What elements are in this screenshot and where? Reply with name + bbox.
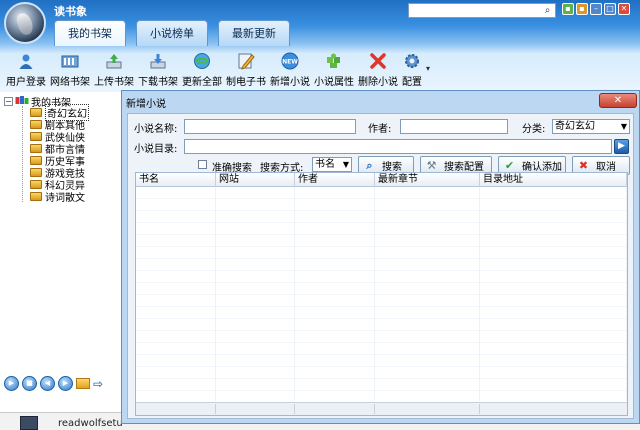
delete-x-icon	[369, 52, 387, 70]
config-tool-icon: ⚒	[426, 159, 437, 172]
column-header-toc-url[interactable]: 目录地址	[480, 173, 627, 187]
folder-icon[interactable]	[76, 378, 90, 389]
column-header-site[interactable]: 网站	[216, 173, 295, 187]
book-icon	[30, 179, 42, 189]
bookshelf-tree: − 我的书架 奇幻玄幻 剧本其他 武侠仙侠 都市言情 历史军事 游戏竞技 科幻灵…	[0, 92, 126, 372]
column-header-author[interactable]: 作者	[295, 173, 375, 187]
tab-novel-ranking[interactable]: 小说榜单	[136, 20, 208, 46]
dialog-title: 新增小说	[126, 99, 166, 110]
search-icon[interactable]: ⌕	[541, 4, 554, 17]
make-ebook-icon	[237, 52, 255, 70]
category-label: 分类:	[522, 124, 546, 135]
novel-dir-label: 小说目录:	[134, 144, 178, 155]
minimize-icon[interactable]: –	[590, 3, 602, 15]
add-novel-button[interactable]: NEW 新增小说	[268, 50, 312, 90]
user-icon	[17, 52, 35, 70]
table-header: 书名 网站 作者 最新章节 目录地址	[136, 173, 627, 187]
tab-my-bookshelf[interactable]: 我的书架	[54, 20, 126, 46]
delete-novel-button[interactable]: 删除小说	[356, 50, 400, 90]
book-icon	[30, 167, 42, 177]
book-icon	[30, 119, 42, 129]
app-logo	[4, 2, 46, 44]
novel-name-label: 小说名称:	[134, 124, 178, 135]
novel-dir-input[interactable]	[184, 139, 612, 154]
user-login-button[interactable]: 用户登录	[4, 50, 48, 90]
upload-shelf-button[interactable]: 上传书架	[92, 50, 136, 90]
author-input[interactable]	[400, 119, 508, 134]
make-ebook-button[interactable]: 制电子书	[224, 50, 268, 90]
settings-button[interactable]: 配置	[400, 50, 424, 90]
chevron-down-icon: ▼	[342, 160, 349, 169]
download-shelf-button[interactable]: 下载书架	[136, 50, 180, 90]
dialog-close-button[interactable]: ✕	[599, 93, 637, 108]
menu-icon[interactable]: ▪	[576, 3, 588, 15]
download-icon	[149, 52, 167, 70]
upload-icon	[105, 52, 123, 70]
new-badge-icon: NEW	[281, 52, 299, 70]
chevron-down-icon: ▼	[620, 122, 627, 131]
table-footer	[136, 402, 627, 415]
installer-icon[interactable]	[20, 416, 38, 430]
magnifier-icon: ⌕	[366, 158, 373, 172]
novel-name-input[interactable]	[184, 119, 356, 134]
refresh-globe-icon	[193, 52, 211, 70]
close-icon[interactable]: ✕	[618, 3, 630, 15]
svg-text:NEW: NEW	[282, 59, 298, 66]
book-icon	[30, 191, 42, 201]
category-select[interactable]: 奇幻玄幻 ▼	[552, 119, 630, 134]
global-search-input[interactable]: ⌕	[408, 3, 556, 18]
dialog-body: 小说名称: 作者: 分类: 奇幻玄幻 ▼ 小说目录: ▶ 准确搜索 搜索方式: …	[127, 113, 634, 419]
book-icon	[30, 107, 42, 117]
book-icon	[30, 131, 42, 141]
cancel-x-icon: ✖	[578, 159, 589, 172]
puzzle-icon	[325, 52, 343, 70]
column-header-latest-chapter[interactable]: 最新章节	[375, 173, 480, 187]
collapse-icon[interactable]: −	[4, 97, 13, 106]
tree-items: 奇幻玄幻 剧本其他 武侠仙侠 都市言情 历史军事 游戏竞技 科幻灵异 诗词散文	[30, 103, 89, 204]
go-arrow-button[interactable]: ▶	[614, 139, 629, 154]
author-label: 作者:	[368, 124, 392, 135]
play-icon[interactable]: ▶	[4, 376, 19, 391]
book-icon	[30, 155, 42, 165]
tree-item-poetry[interactable]: 诗词散文	[30, 190, 89, 204]
window-buttons: ▪ ▪ – □ ✕	[562, 3, 630, 17]
check-icon: ✔	[504, 159, 515, 172]
column-header-title[interactable]: 书名	[136, 173, 216, 187]
gear-icon	[403, 52, 421, 70]
skin-icon[interactable]: ▪	[562, 3, 574, 15]
book-icon	[30, 143, 42, 153]
exact-search-checkbox[interactable]	[198, 160, 207, 169]
network-shelf-button[interactable]: 网络书架	[48, 50, 92, 90]
previous-icon[interactable]: ◀	[40, 376, 55, 391]
network-shelf-icon	[61, 52, 79, 70]
toolbar: 用户登录 网络书架 上传书架 下载书架 更新全部 制电子书 NEW 新增小说 小…	[4, 50, 430, 90]
add-novel-dialog: 新增小说 ✕ 小说名称: 作者: 分类: 奇幻玄幻 ▼ 小说目录: ▶ 准确搜索…	[121, 90, 640, 424]
main-tabs: 我的书架 小说榜单 最新更新	[54, 20, 290, 46]
top-banner: 读书象 ⌕ ▪ ▪ – □ ✕ 我的书架 小说榜单 最新更新 用户登录 网络书架…	[0, 0, 640, 92]
toolbar-more-icon[interactable]: ▾	[426, 64, 430, 90]
app-title: 读书象	[54, 5, 87, 18]
search-results-table: 书名 网站 作者 最新章节 目录地址	[135, 172, 628, 416]
arrow-right-icon[interactable]: ⇨	[93, 377, 103, 391]
reader-controls: ▶ ■ ◀ ▶ ⇨	[4, 376, 103, 391]
stop-icon[interactable]: ■	[22, 376, 37, 391]
taskbar-label[interactable]: readwolfsetu	[58, 418, 123, 429]
update-all-button[interactable]: 更新全部	[180, 50, 224, 90]
novel-properties-button[interactable]: 小说属性	[312, 50, 356, 90]
search-mode-select[interactable]: 书名 ▼	[312, 157, 352, 172]
tab-latest-updates[interactable]: 最新更新	[218, 20, 290, 46]
maximize-icon[interactable]: □	[604, 3, 616, 15]
next-icon[interactable]: ▶	[58, 376, 73, 391]
